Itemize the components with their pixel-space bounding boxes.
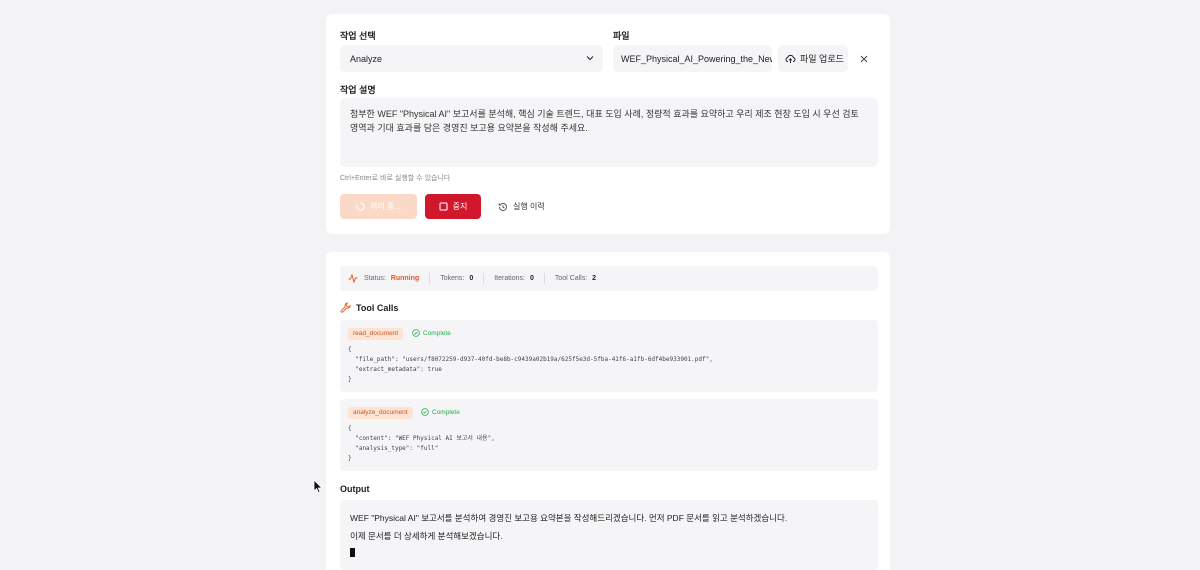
execution-card: Status: Running Tokens: 0 Iterations: 0 … (326, 252, 890, 570)
history-icon (498, 202, 507, 211)
tokens-item: Tokens: 0 (430, 273, 485, 284)
task-form-card: 작업 선택 파일 Analyze WEF_Physical_AI_Powerin… (326, 14, 890, 234)
file-name-value: WEF_Physical_AI_Powering_the_New_Ag (621, 54, 772, 64)
clear-file-button[interactable] (854, 50, 874, 68)
tool-calls-title: Tool Calls (356, 302, 399, 313)
output-title: Output (340, 484, 370, 494)
file-upload-button[interactable]: 파일 업로드 (778, 45, 848, 72)
iterations-value: 0 (529, 275, 534, 282)
output-line: WEF "Physical AI" 보고서를 분석하여 경영진 보고용 요약본을… (350, 513, 788, 523)
tool-status: Complete (421, 408, 460, 416)
history-button[interactable]: 실행 이력 (490, 194, 554, 219)
toolcalls-value: 2 (592, 275, 597, 282)
tool-status-label: Complete (423, 329, 451, 337)
file-label: 파일 (613, 31, 630, 41)
file-name-field[interactable]: WEF_Physical_AI_Powering_the_New_Ag (613, 45, 772, 72)
toolcalls-label: Tool Calls: (554, 275, 588, 282)
task-description-text: 첨부한 WEF "Physical AI" 보고서를 분석해, 핵심 기술 트렌… (350, 109, 859, 133)
task-description-input[interactable]: 첨부한 WEF "Physical AI" 보고서를 분석해, 핵심 기술 트렌… (340, 98, 878, 167)
iterations-item: Iterations: 0 (484, 273, 545, 284)
wrench-icon (340, 302, 351, 313)
spinner-icon (356, 202, 365, 211)
check-circle-icon (412, 329, 420, 337)
task-select[interactable]: Analyze (340, 45, 603, 72)
task-description-label: 작업 설명 (340, 85, 376, 95)
output-heading: Output (340, 484, 370, 494)
toolcalls-item: Tool Calls: 2 (545, 273, 606, 284)
tool-call-item: analyze_document Complete { "content": "… (340, 399, 878, 471)
output-line: 이제 문서를 더 상세하게 분석해보겠습니다. (350, 531, 503, 541)
task-select-label: 작업 선택 (340, 31, 376, 41)
tokens-value: 0 (469, 275, 474, 282)
tool-status: Complete (412, 329, 451, 337)
tool-status-label: Complete (432, 408, 460, 416)
status-bar: Status: Running Tokens: 0 Iterations: 0 … (340, 266, 878, 291)
file-upload-label: 파일 업로드 (800, 54, 844, 64)
run-button-running: 처리 중... (340, 194, 417, 219)
status-item: Status: Running (360, 273, 431, 284)
check-circle-icon (421, 408, 429, 416)
stop-square-icon (439, 202, 448, 211)
tool-calls-heading: Tool Calls (340, 302, 398, 313)
output-panel: WEF "Physical AI" 보고서를 분석하여 경영진 보고용 요약본을… (340, 500, 878, 570)
cloud-upload-icon (785, 54, 796, 63)
shortcut-hint: Ctrl+Enter로 바로 실행할 수 있습니다 (340, 175, 451, 182)
chevron-down-icon (586, 56, 594, 61)
stop-button[interactable]: 중지 (425, 194, 481, 219)
tool-name-badge: analyze_document (348, 407, 413, 419)
stop-label: 중지 (452, 202, 468, 211)
streaming-cursor (350, 548, 355, 557)
status-value: Running (390, 275, 420, 282)
tool-arguments-code: { "file_path": "users/f8072259-d937-40fd… (348, 346, 713, 383)
status-label: Status: (364, 275, 386, 282)
history-label: 실행 이력 (513, 202, 545, 211)
mouse-pointer-icon (313, 479, 323, 494)
iterations-label: Iterations: (494, 275, 525, 282)
task-select-value: Analyze (350, 54, 383, 64)
tool-arguments-code: { "content": "WEF Physical AI 보고서 내용", "… (348, 425, 495, 462)
running-label: 처리 중... (370, 202, 401, 211)
tokens-label: Tokens: (440, 275, 465, 282)
tool-call-item: read_document Complete { "file_path": "u… (340, 320, 878, 392)
close-icon (860, 55, 868, 63)
activity-icon (348, 274, 358, 283)
tool-name-badge: read_document (348, 328, 404, 340)
